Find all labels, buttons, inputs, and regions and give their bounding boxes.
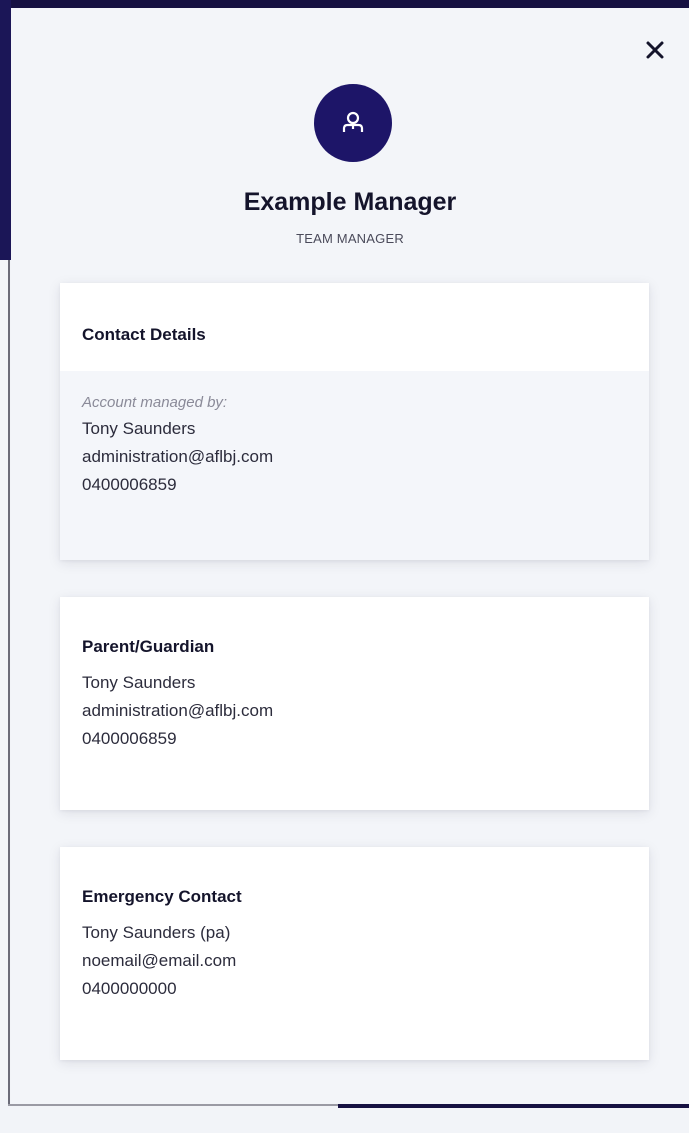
emergency-phone: 0400000000 bbox=[82, 979, 177, 998]
emergency-contact-card: Emergency Contact Tony Saunders (pa) noe… bbox=[60, 847, 649, 1060]
member-name: Example Manager bbox=[243, 188, 457, 216]
avatar bbox=[314, 84, 392, 162]
guardian-name: Tony Saunders bbox=[82, 673, 196, 692]
card-title: Parent/Guardian bbox=[82, 637, 215, 656]
user-icon bbox=[342, 111, 364, 132]
member-role: TEAM MANAGER bbox=[296, 231, 404, 246]
close-icon bbox=[646, 41, 664, 59]
card-title: Contact Details bbox=[82, 325, 206, 344]
emergency-name: Tony Saunders (pa) bbox=[82, 923, 231, 942]
card-body: Account managed by: Tony Saunders admini… bbox=[60, 371, 649, 560]
app-backdrop: Example Manager TEAM MANAGER Contact Det… bbox=[0, 0, 689, 1133]
close-button[interactable] bbox=[643, 38, 667, 62]
emergency-email: noemail@email.com bbox=[82, 951, 237, 970]
bottom-edge bbox=[0, 1104, 689, 1133]
parent-guardian-card: Parent/Guardian Tony Saunders administra… bbox=[60, 597, 649, 810]
guardian-email: administration@aflbj.com bbox=[82, 701, 274, 720]
contact-email: administration@aflbj.com bbox=[82, 447, 274, 466]
managed-by-label: Account managed by: bbox=[82, 394, 228, 411]
guardian-phone: 0400006859 bbox=[82, 729, 177, 748]
card-title: Emergency Contact bbox=[82, 887, 242, 906]
card-header: Contact Details bbox=[60, 283, 649, 371]
top-edge bbox=[0, 0, 689, 8]
contact-phone: 0400006859 bbox=[82, 475, 177, 494]
left-edge bbox=[0, 0, 11, 1133]
contact-name: Tony Saunders bbox=[82, 419, 196, 438]
member-detail-panel: Example Manager TEAM MANAGER Contact Det… bbox=[11, 8, 689, 1104]
contact-details-card: Contact Details Account managed by: Tony… bbox=[60, 283, 649, 560]
